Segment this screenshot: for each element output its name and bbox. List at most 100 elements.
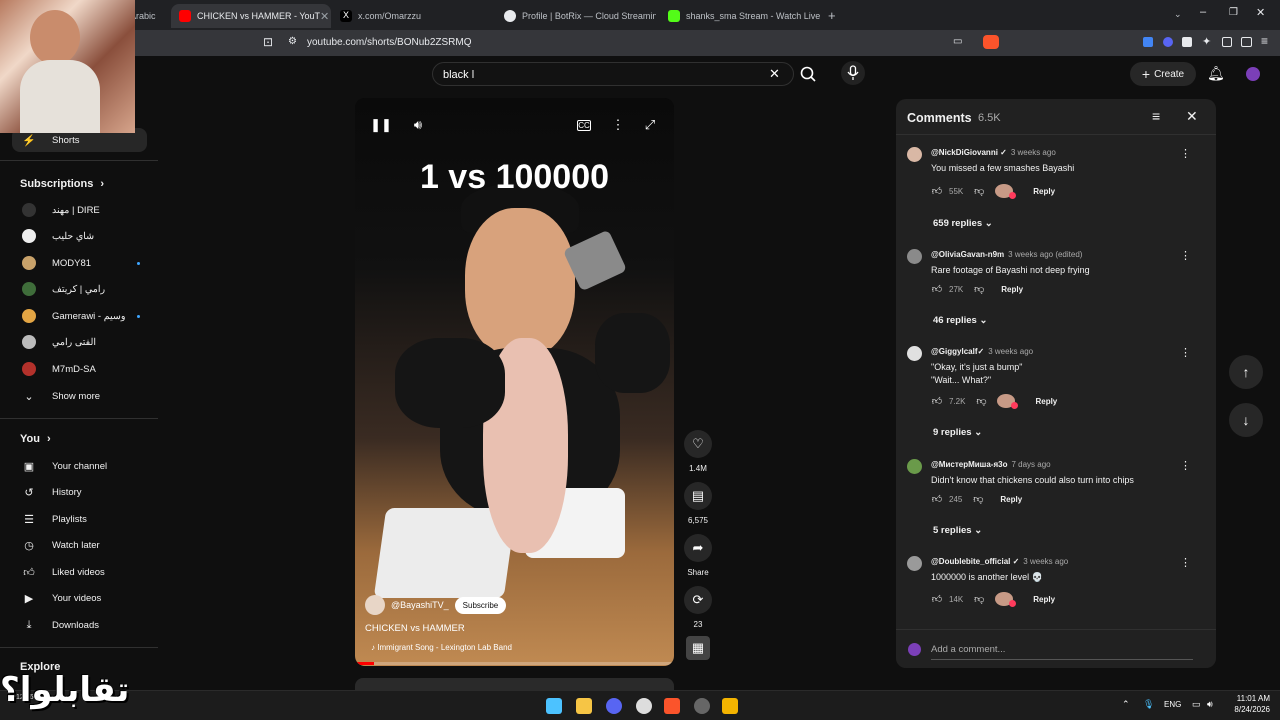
thumbs-up-icon[interactable]: 👍︎: [931, 395, 943, 407]
cast-icon[interactable]: ▭: [953, 36, 962, 47]
replies-toggle[interactable]: 9 replies ⌄: [933, 427, 982, 438]
comment-author[interactable]: @Giggylcalf✓ 3 weeks ago: [931, 347, 1033, 356]
sidebar-item-history[interactable]: ↺ History: [12, 480, 152, 504]
sidebar-item-watch-later[interactable]: ◷ Watch later: [12, 533, 152, 557]
fullscreen-icon[interactable]: ⤢: [641, 116, 659, 134]
reply-button[interactable]: Reply: [1035, 397, 1057, 406]
site-info-icon[interactable]: ⚙: [288, 36, 297, 47]
sidebar-item-liked-videos[interactable]: 👍︎ Liked videos: [12, 560, 152, 584]
sidebar-item-subscription[interactable]: M7mD-SA: [12, 357, 152, 381]
captions-icon[interactable]: CC: [577, 120, 591, 131]
commenter-avatar[interactable]: [907, 346, 922, 361]
share-icon[interactable]: ➦: [684, 534, 712, 562]
create-button[interactable]: + Create: [1130, 62, 1196, 86]
discord-icon[interactable]: [606, 698, 622, 714]
reply-button[interactable]: Reply: [1033, 187, 1055, 196]
reply-button[interactable]: Reply: [1000, 495, 1022, 504]
brave-browser-icon[interactable]: [664, 698, 680, 714]
search-box[interactable]: black l ✕: [432, 62, 794, 86]
sidebar-item-subscription[interactable]: الفتى رامي: [12, 330, 152, 354]
comment-menu-icon[interactable]: ⋮: [1180, 249, 1191, 263]
start-icon[interactable]: [546, 698, 562, 714]
next-short-button[interactable]: ↓: [1229, 403, 1263, 437]
thumbs-down-icon[interactable]: 👎︎: [972, 493, 984, 505]
comment-author[interactable]: @OliviaGavan-n9m 3 weeks ago (edited): [931, 250, 1082, 259]
replies-toggle[interactable]: 659 replies ⌄: [933, 218, 993, 229]
sidebar-item-your-videos[interactable]: ▶ Your videos: [12, 586, 152, 610]
commenter-avatar[interactable]: [907, 459, 922, 474]
sidebar-item-subscription[interactable]: Gamerawi - وسيم: [12, 304, 152, 328]
reply-button[interactable]: Reply: [1001, 285, 1023, 294]
search-input[interactable]: black l: [443, 69, 474, 81]
sound-thumbnail[interactable]: ▦: [684, 636, 712, 660]
share-action[interactable]: ➦ Share: [684, 534, 712, 577]
close-tab-icon[interactable]: ✕: [320, 10, 329, 23]
window-close-icon[interactable]: ✕: [1256, 6, 1265, 19]
comments-action[interactable]: ▤ 6,575: [684, 482, 712, 525]
thumbs-up-icon[interactable]: 👍︎: [931, 593, 943, 605]
reply-button[interactable]: Reply: [1033, 595, 1055, 604]
subscriptions-heading[interactable]: Subscriptions ›: [20, 178, 104, 190]
replies-toggle[interactable]: 46 replies ⌄: [933, 315, 987, 326]
sort-icon[interactable]: ≡: [1152, 108, 1160, 124]
downloads-icon[interactable]: [1222, 37, 1232, 47]
brave-shield-icon[interactable]: [983, 35, 999, 49]
remix-icon[interactable]: ⟳: [684, 586, 712, 614]
thumbs-down-icon[interactable]: 👎︎: [973, 283, 985, 295]
commenter-avatar[interactable]: [907, 556, 922, 571]
network-icon[interactable]: ▭: [1192, 699, 1201, 710]
sidebar-item-subscription[interactable]: MODY81: [12, 251, 152, 275]
thumbs-down-icon[interactable]: 👎︎: [973, 593, 985, 605]
tab-arabic[interactable]: Arabic: [130, 4, 170, 28]
system-clock[interactable]: 11:01 AM 8/24/2026: [1222, 693, 1270, 715]
remix-action[interactable]: ⟳ 23: [684, 586, 712, 629]
sound-thumbnail-icon[interactable]: ▦: [686, 636, 710, 660]
sidebar-item-subscription[interactable]: رامي | كريتف: [12, 277, 152, 301]
commenter-avatar[interactable]: [907, 147, 922, 162]
extension-icon[interactable]: [1143, 37, 1153, 47]
tab-botrix[interactable]: Profile | BotRix — Cloud Streaming B: [496, 4, 656, 28]
volume-icon[interactable]: 🔊︎: [1207, 699, 1213, 710]
short-song[interactable]: ♪ Immigrant Song - Lexington Lab Band: [371, 643, 512, 652]
thumbs-down-icon[interactable]: 👎︎: [973, 185, 985, 197]
thumbs-up-icon[interactable]: 👍︎: [931, 185, 943, 197]
previous-short-button[interactable]: ↑: [1229, 355, 1263, 389]
more-options-icon[interactable]: ⋮: [609, 116, 627, 134]
tab-youtube-active[interactable]: CHICKEN vs HAMMER - YouT ✕: [171, 4, 331, 28]
volume-icon[interactable]: 🔊︎: [409, 116, 427, 134]
tab-x[interactable]: X x.com/Omarzzu: [332, 4, 494, 28]
sidebar-item-subscription[interactable]: شاي حليب: [12, 224, 152, 248]
app-icon[interactable]: [694, 698, 710, 714]
extension-icon[interactable]: [1182, 37, 1192, 47]
clear-search-icon[interactable]: ✕: [769, 66, 780, 82]
close-comments-icon[interactable]: ✕: [1186, 108, 1198, 125]
short-title[interactable]: CHICKEN vs HAMMER: [365, 623, 465, 634]
menu-icon[interactable]: ≡: [1261, 34, 1268, 48]
heart-icon[interactable]: ♡: [684, 430, 712, 458]
comment-author[interactable]: @NickDiGiovanni ✓ 3 weeks ago: [931, 148, 1056, 157]
thumbs-up-icon[interactable]: 👍︎: [931, 283, 943, 295]
search-button[interactable]: [794, 62, 824, 86]
tab-kick[interactable]: shanks_sma Stream - Watch Live on K: [660, 4, 820, 28]
shorts-video-player[interactable]: 1 vs 100000 ❚❚ 🔊︎ CC ⋮ ⤢ @BayashiTV_ Sub…: [355, 98, 674, 666]
like-action[interactable]: ♡ 1.4M: [684, 430, 712, 473]
comment-author[interactable]: @МистерМиша-я3о 7 days ago: [931, 460, 1051, 469]
comment-menu-icon[interactable]: ⋮: [1180, 147, 1191, 161]
comment-author[interactable]: @Doublebite_official ✓ 3 weeks ago: [931, 557, 1068, 566]
file-explorer-icon[interactable]: [576, 698, 592, 714]
tab-search-icon[interactable]: ⌄: [1174, 9, 1182, 20]
replies-toggle[interactable]: 5 replies ⌄: [933, 525, 982, 536]
extension-icon[interactable]: [1163, 37, 1173, 47]
sidebar-item-playlists[interactable]: ☰ Playlists: [12, 507, 152, 531]
subscribe-button[interactable]: Subscribe: [454, 596, 507, 614]
tray-chevron-icon[interactable]: ⌃: [1122, 699, 1130, 710]
notifications-bell-icon[interactable]: 🔔︎: [1207, 65, 1225, 82]
mic-icon[interactable]: 🎙︎: [1143, 699, 1154, 710]
channel-name[interactable]: @BayashiTV_: [391, 600, 449, 610]
maximize-icon[interactable]: ❐: [1229, 7, 1238, 18]
sidebar-item-subscription[interactable]: مهند | DIRE: [12, 198, 152, 222]
sidebar-item-downloads[interactable]: ⤓ Downloads: [12, 613, 152, 637]
bookmark-icon[interactable]: ⊡: [263, 35, 273, 49]
commenter-avatar[interactable]: [907, 249, 922, 264]
comment-menu-icon[interactable]: ⋮: [1180, 459, 1191, 473]
